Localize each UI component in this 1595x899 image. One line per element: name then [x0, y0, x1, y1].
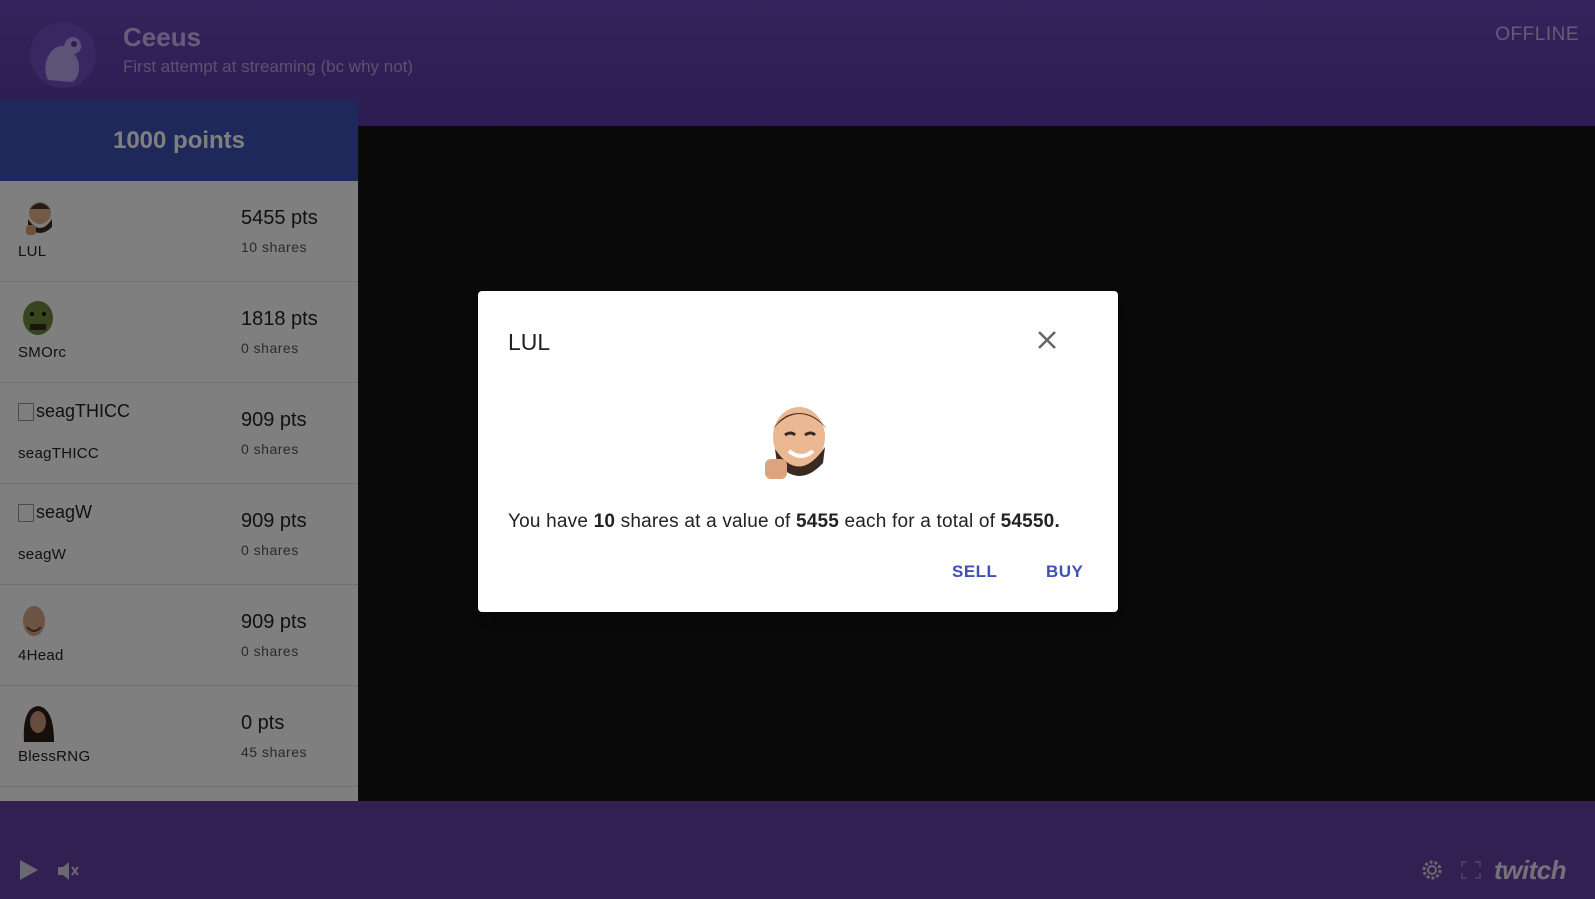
dialog-title: LUL: [508, 329, 551, 355]
sell-button[interactable]: SELL: [946, 561, 1003, 583]
buy-button[interactable]: BUY: [1040, 561, 1089, 583]
emote-detail-dialog: LUL You have 10 shares at a value of 545…: [478, 291, 1118, 612]
close-icon[interactable]: [1034, 327, 1060, 353]
shares-count: 10: [593, 511, 616, 532]
share-value: 5455: [795, 511, 840, 532]
total-value: 54550.: [1000, 511, 1060, 532]
shares-summary: You have 10 shares at a value of 5455 ea…: [508, 511, 1060, 532]
lul-emote-icon: [765, 407, 827, 479]
